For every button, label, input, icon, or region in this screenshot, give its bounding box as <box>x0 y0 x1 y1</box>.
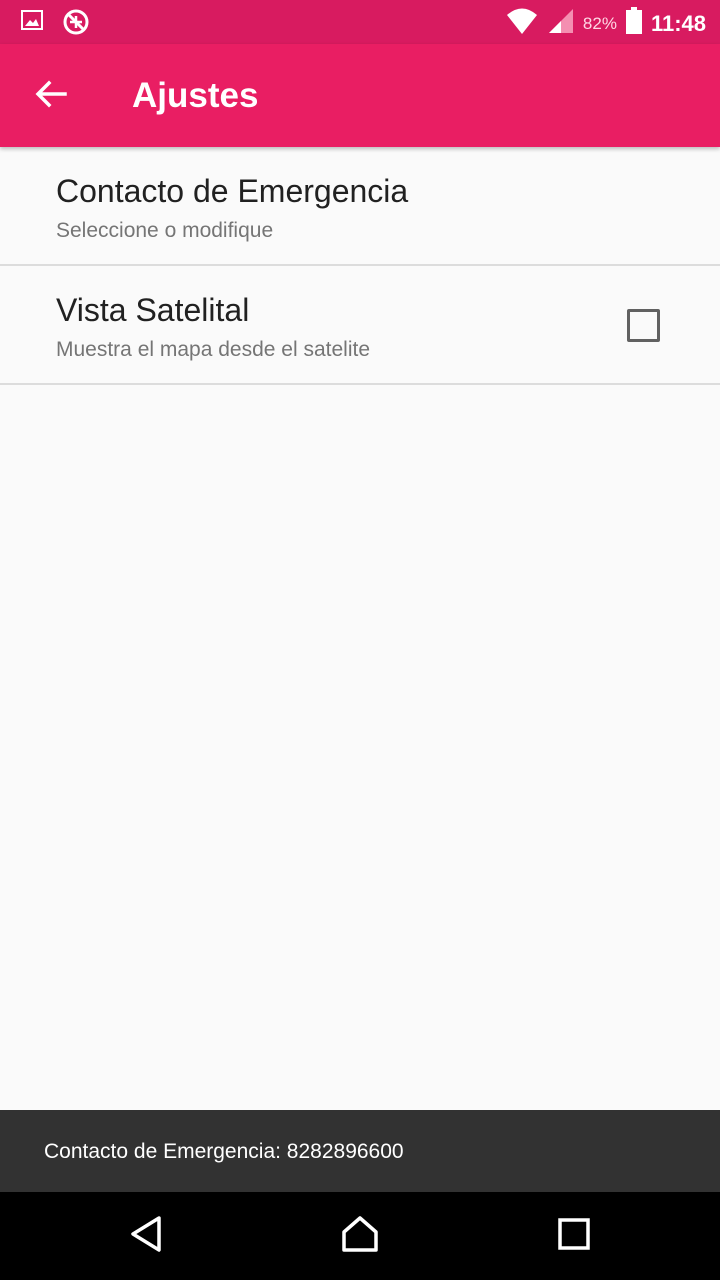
nav-back-button[interactable] <box>122 1212 170 1260</box>
battery-icon <box>625 7 643 40</box>
satellite-checkbox[interactable] <box>627 309 660 342</box>
nav-recents-button[interactable] <box>550 1212 598 1260</box>
pref-summary: Muestra el mapa desde el satelite <box>56 338 371 361</box>
no-location-icon <box>62 8 90 41</box>
pref-summary: Seleccione o modifique <box>56 219 274 242</box>
home-icon <box>340 1214 380 1259</box>
image-icon <box>20 8 44 41</box>
preferences-list: Contacto de Emergencia Seleccione o modi… <box>0 147 720 385</box>
status-left-icons <box>20 8 90 41</box>
back-triangle-icon <box>128 1214 164 1259</box>
wifi-icon <box>505 6 539 41</box>
nav-home-button[interactable] <box>336 1212 384 1260</box>
status-right-icons: 82% 11:48 <box>505 6 706 41</box>
pref-emergency-contact[interactable]: Contacto de Emergencia Seleccione o modi… <box>0 147 720 266</box>
status-time: 11:48 <box>650 10 706 36</box>
snackbar: Contacto de Emergencia: 8282896600 <box>0 1110 720 1192</box>
snackbar-text: Contacto de Emergencia: 8282896600 <box>44 1140 404 1163</box>
pref-title: Vista Satelital <box>56 292 250 328</box>
signal-icon <box>547 7 575 40</box>
pref-title: Contacto de Emergencia <box>56 173 409 209</box>
back-button[interactable] <box>26 74 76 118</box>
recents-square-icon <box>557 1217 591 1256</box>
pref-satellite-view[interactable]: Vista Satelital Muestra el mapa desde el… <box>0 266 720 385</box>
navigation-bar <box>0 1192 720 1280</box>
status-bar: 82% 11:48 <box>0 0 720 44</box>
arrow-left-icon <box>35 80 67 113</box>
app-bar: Ajustes <box>0 44 720 147</box>
battery-percent: 82% <box>582 13 617 33</box>
page-title: Ajustes <box>132 76 259 115</box>
